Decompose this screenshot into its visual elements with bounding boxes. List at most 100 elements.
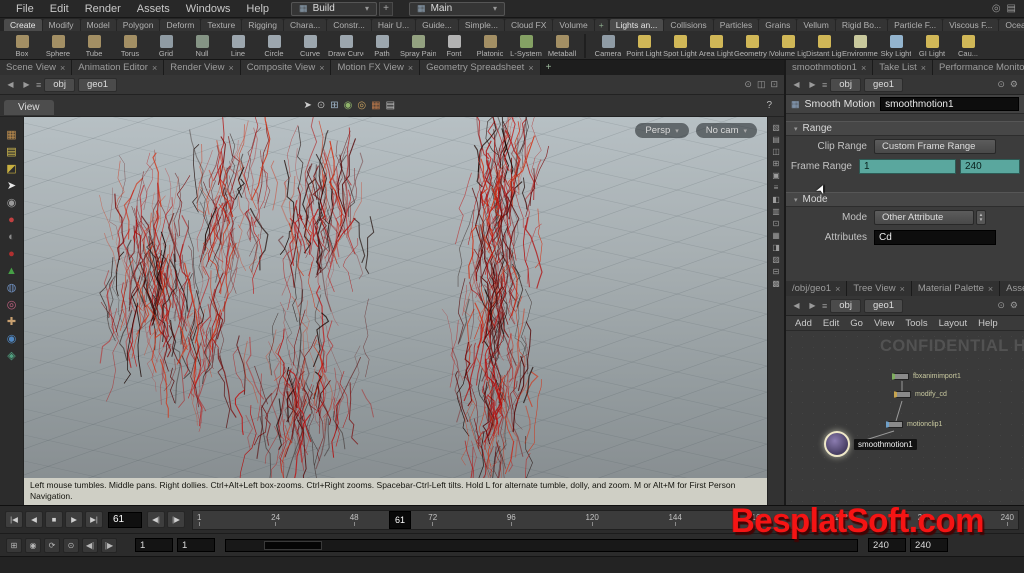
close-icon[interactable]: × — [408, 63, 413, 73]
snapshot-icon[interactable]: ▣ — [772, 171, 780, 180]
shelf-tool[interactable]: Path — [364, 34, 400, 58]
shelf-tool[interactable]: Torus — [112, 34, 148, 58]
add-pane-tab-button[interactable]: + — [541, 60, 557, 75]
next-keyframe-button[interactable]: |▶ — [167, 511, 185, 528]
node-smoothmotion1[interactable]: smoothmotion1 — [824, 431, 917, 457]
split-pane-icon[interactable]: ◫ — [757, 79, 766, 90]
shelf-tool[interactable]: Draw Curve — [328, 34, 364, 58]
lock-icon[interactable]: ◉ — [7, 197, 17, 209]
snap-point-icon[interactable]: ◉ — [344, 100, 353, 111]
shelf-tool[interactable]: Geometry Light — [734, 34, 770, 58]
shelf-tool[interactable]: Null — [184, 34, 220, 58]
grid-toggle-icon[interactable]: ⊞ — [773, 159, 780, 168]
shelf-tab[interactable]: Oceans — [999, 19, 1024, 31]
background-icon[interactable]: ▥ — [772, 207, 780, 216]
network-canvas[interactable]: CONFIDENTIAL H19.5 fbxanimimport1 modify… — [786, 331, 1024, 505]
pin-icon[interactable]: ⊙ — [997, 300, 1005, 311]
shelf-tab[interactable]: Rigging — [242, 19, 283, 31]
message-log-icon[interactable]: ▤ — [1007, 3, 1016, 14]
display-options-icon[interactable]: ▤ — [386, 100, 395, 111]
close-icon[interactable]: × — [835, 284, 840, 294]
frame-start-field[interactable] — [859, 159, 956, 174]
frame-end-field[interactable] — [960, 159, 1020, 174]
mode-dropdown[interactable]: Other Attribute — [874, 210, 974, 225]
desktop-selector[interactable]: ▦ Build ▾ — [291, 2, 377, 16]
menu-item[interactable]: Render — [77, 2, 129, 16]
notes-icon[interactable]: ▤ — [6, 146, 16, 158]
pane-tab[interactable]: Render View × — [164, 60, 240, 75]
info-icon[interactable]: ◈ — [7, 350, 15, 362]
shelf-tool[interactable]: Volume Light — [770, 34, 806, 58]
shelf-tab[interactable]: Volume — [553, 19, 593, 31]
menu-item[interactable]: Edit — [42, 2, 77, 16]
playhead[interactable]: 61 — [389, 511, 411, 529]
shelf-tool[interactable]: Line — [220, 34, 256, 58]
pane-tab[interactable]: Composite View × — [241, 60, 332, 75]
pane-tab[interactable]: /obj/geo1 × — [786, 281, 847, 296]
stop-button[interactable]: ■ — [45, 511, 63, 528]
shelf-tool[interactable]: Font — [436, 34, 472, 58]
hand-tool-icon[interactable]: ✚ — [7, 316, 16, 328]
shelf-tab[interactable]: Rigid Bo... — [836, 19, 887, 31]
range-slider-thumb[interactable] — [264, 541, 322, 550]
close-icon[interactable]: × — [528, 63, 533, 73]
pane-tab[interactable]: Scene View × — [0, 60, 72, 75]
shelf-tool[interactable]: Platonic — [472, 34, 508, 58]
camera-menu-nocam[interactable]: No cam ▾ — [696, 123, 757, 138]
material-icon[interactable]: ● — [8, 214, 15, 226]
world-icon[interactable]: ◉ — [7, 333, 17, 345]
shelf-tab[interactable]: Lights an... — [610, 19, 664, 31]
network-menu-item[interactable]: Go — [850, 318, 863, 329]
shelf-tool[interactable]: Sky Light — [878, 34, 914, 58]
vertex-display-icon[interactable]: ◨ — [772, 243, 780, 252]
shelf-tab[interactable]: Constr... — [327, 19, 371, 31]
maximize-pane-icon[interactable]: ⊡ — [770, 79, 778, 90]
display-set-icon[interactable]: ▩ — [772, 279, 780, 288]
close-icon[interactable]: × — [228, 63, 233, 73]
viewport-canvas[interactable]: Persp ▾ No cam ▾ Left mouse tumbles. Mid… — [24, 117, 767, 505]
range-next-icon[interactable]: |▶ — [101, 538, 117, 553]
shelf-tab[interactable]: Cloud FX — [505, 19, 552, 31]
forward-icon[interactable]: ▶ — [806, 78, 819, 91]
shelf-tool[interactable]: Circle — [256, 34, 292, 58]
shelf-tab[interactable]: Particles — [714, 19, 759, 31]
play-button[interactable]: ▶ — [65, 511, 83, 528]
character-icon[interactable]: ◍ — [7, 282, 17, 294]
menu-icon[interactable]: ≡ — [822, 80, 827, 90]
close-icon[interactable]: × — [921, 63, 926, 73]
node-modify-cd[interactable]: modify_cd — [894, 391, 947, 398]
pane-tab[interactable]: Motion FX View × — [331, 60, 420, 75]
close-icon[interactable]: × — [60, 63, 65, 73]
ghost-objects-icon[interactable]: ▦ — [371, 100, 380, 111]
node-motionclip1[interactable]: motionclip1 — [886, 421, 942, 428]
network-menu-item[interactable]: Layout — [939, 318, 968, 329]
forward-icon[interactable]: ▶ — [806, 299, 819, 312]
network-menu-item[interactable]: View — [874, 318, 894, 329]
toolbox-icon[interactable]: ▦ — [6, 129, 16, 141]
range-start-field[interactable] — [177, 538, 215, 552]
breadcrumb-obj[interactable]: obj — [830, 299, 861, 313]
realtime-toggle-icon[interactable]: ⊙ — [63, 538, 79, 553]
shelf-tool[interactable]: Box — [4, 34, 40, 58]
shading-mode-icon[interactable]: ▧ — [772, 123, 780, 132]
shelf-tab[interactable]: Guide... — [416, 19, 458, 31]
hud-icon[interactable]: ⊟ — [773, 267, 780, 276]
close-icon[interactable]: × — [988, 284, 993, 294]
pane-tab[interactable]: Animation Editor × — [72, 60, 164, 75]
playback-mode-icon[interactable]: ⊞ — [6, 538, 22, 553]
breadcrumb-geo1[interactable]: geo1 — [78, 78, 117, 92]
node-fbxanimimport1[interactable]: fbxanimimport1 — [892, 373, 961, 380]
add-desktop-button[interactable]: + — [379, 2, 393, 16]
snap-grid-icon[interactable]: ⊞ — [330, 100, 338, 111]
main-menu-selector[interactable]: ▦ Main ▾ — [409, 2, 505, 16]
menu-item[interactable]: Windows — [178, 2, 239, 16]
normals-display-icon[interactable]: ▦ — [772, 231, 780, 240]
radial-menu-icon[interactable]: ◎ — [992, 3, 1001, 14]
shelf-tab[interactable]: Grains — [759, 19, 796, 31]
pane-tab[interactable]: Material Palette × — [912, 281, 1000, 296]
keyframe-icon[interactable]: ◩ — [6, 163, 16, 175]
shelf-tool[interactable]: Area Light — [698, 34, 734, 58]
network-menu-item[interactable]: Add — [795, 318, 812, 329]
shelf-tool[interactable]: Cau... — [950, 34, 986, 58]
camera-lock-icon[interactable]: ◧ — [772, 195, 780, 204]
